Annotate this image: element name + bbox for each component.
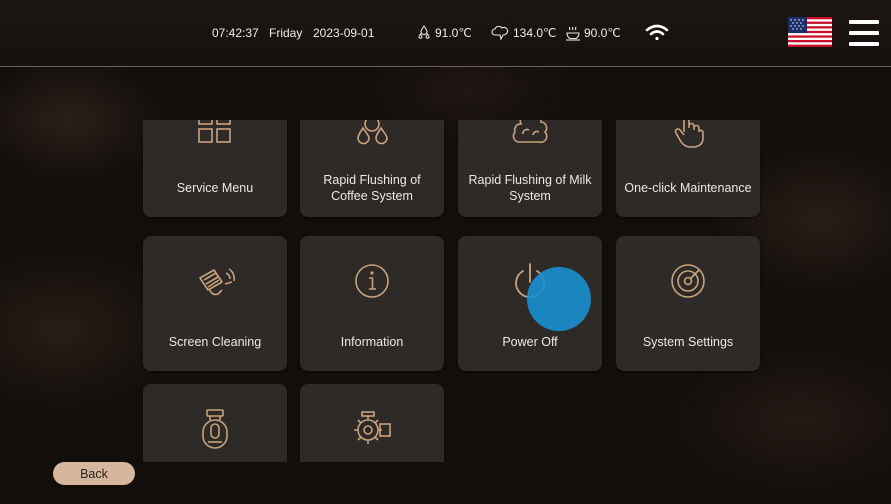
tile-label: Screen Cleaning [168,335,262,349]
tile-label: Rapid Flushing of Coffee System [323,173,421,203]
tile-brewer[interactable] [143,384,287,462]
tile-one-click-maintenance[interactable]: One-click Maintenance [616,120,760,217]
cup-temp-indicator: 90.0℃ [565,0,621,66]
steam-temp-value: 134.0℃ [513,26,557,40]
cup-temp-value: 90.0℃ [584,26,621,40]
foam-icon [458,120,602,152]
tile-information[interactable]: Information [300,236,444,371]
tile-service-menu[interactable]: Service Menu [143,120,287,217]
wiping-hand-icon [143,256,287,306]
coffee-temp-value: 91.0℃ [435,26,472,40]
top-status-bar: 07:42:37 Friday 2023-09-01 91.0℃ 134.0℃ [0,0,891,67]
steam-temp-indicator: 134.0℃ [491,0,557,66]
droplets-small-icon [417,25,431,41]
back-button[interactable]: Back [53,462,135,485]
tile-label: One-click Maintenance [624,181,752,195]
coffee-temp-indicator: 91.0℃ [417,0,472,66]
settings-dial-icon [616,256,760,306]
tile-label: Service Menu [176,181,254,195]
clock-time: 07:42:37 [212,26,259,40]
touch-hand-icon [616,120,760,152]
tile-label: Information [340,335,404,349]
tile-rapid-flushing-coffee[interactable]: Rapid Flushing of Coffee System [300,120,444,217]
maintenance-tile-grid[interactable]: Service Menu Rapid Flushing of Coffee Sy… [138,120,768,462]
tile-label: Power Off [502,335,558,349]
tile-label: Rapid Flushing of Milk System [468,173,592,203]
date: 2023-09-01 [313,26,375,40]
grinder-icon [300,404,444,454]
tile-grinder[interactable] [300,384,444,462]
brewer-icon [143,404,287,454]
info-icon [300,256,444,306]
tile-system-settings[interactable]: System Settings [616,236,760,371]
cup-heater-icon [565,26,581,41]
weekday: Friday [269,26,303,40]
hamburger-menu-icon[interactable] [849,18,879,48]
droplets-icon [300,120,444,152]
tile-label: System Settings [642,335,734,349]
steam-cloud-icon [491,26,509,40]
wifi-icon[interactable] [645,0,669,66]
grid-icon [143,120,287,152]
tile-screen-cleaning[interactable]: Screen Cleaning [143,236,287,371]
tile-rapid-flushing-milk[interactable]: Rapid Flushing of Milk System [458,120,602,217]
touch-indicator [527,267,591,331]
us-flag-icon[interactable] [788,17,832,47]
